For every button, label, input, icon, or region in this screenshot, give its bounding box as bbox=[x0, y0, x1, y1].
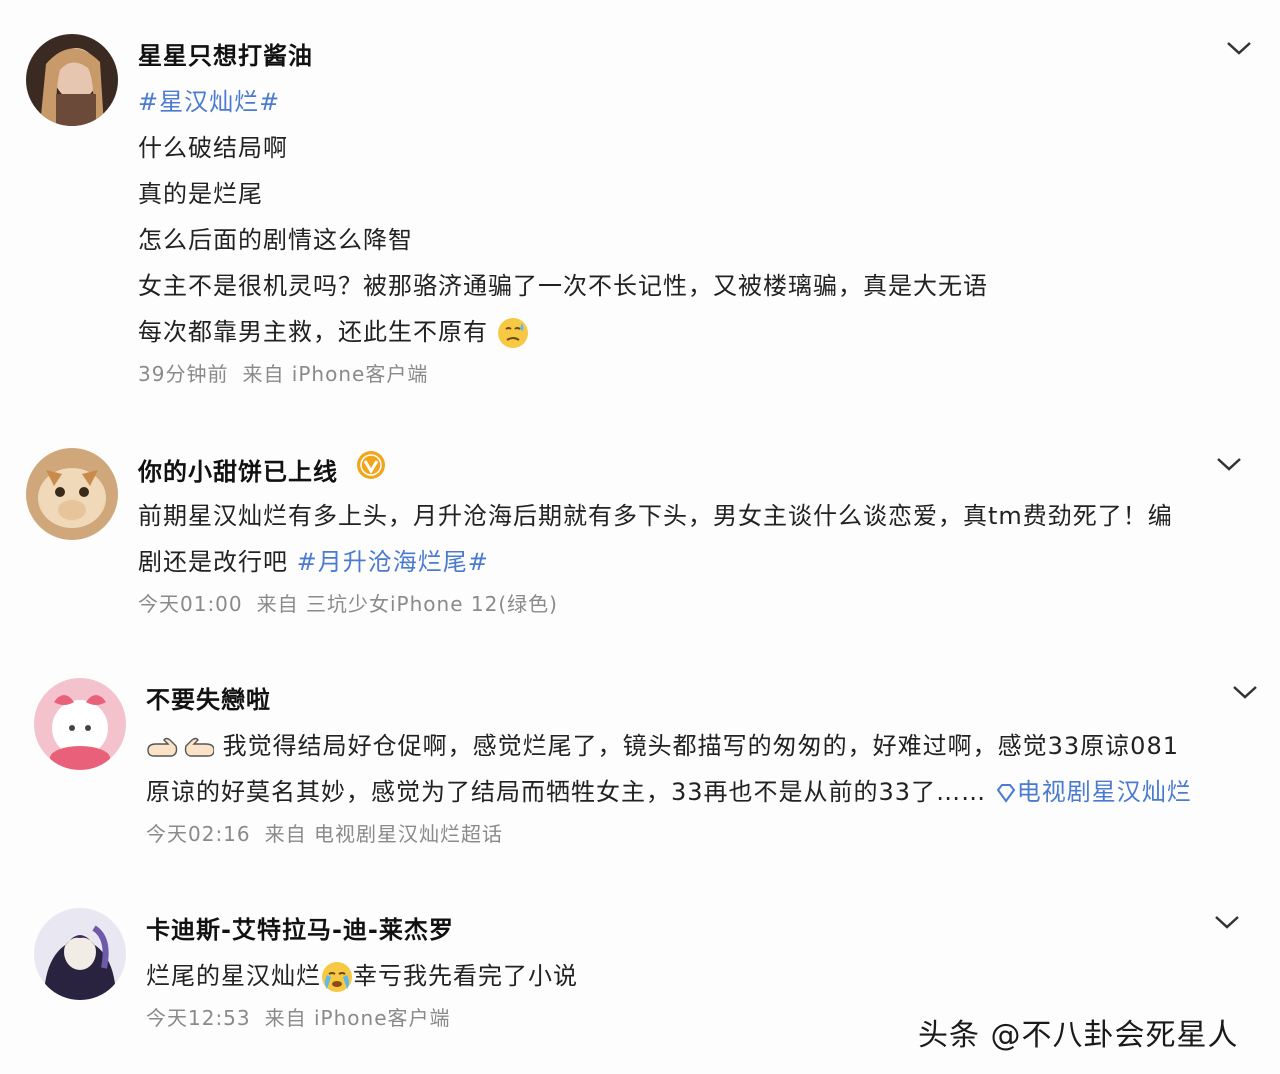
timestamp: 今天12:53 bbox=[146, 1006, 251, 1030]
source: 来自 iPhone客户端 bbox=[264, 1006, 451, 1030]
post-meta: 今天12:53 来自 iPhone客户端 bbox=[146, 1002, 451, 1031]
post-text-line: 烂尾的星汉灿烂 幸亏我先看完了小说 bbox=[146, 956, 578, 993]
avatar[interactable] bbox=[34, 908, 126, 1000]
watermark: 头条 @不八卦会死星人 bbox=[918, 1018, 1239, 1053]
post-text: 烂尾的星汉灿烂 bbox=[146, 962, 321, 990]
username[interactable]: 卡迪斯-艾特拉马-迪-莱杰罗 bbox=[146, 910, 454, 945]
crying-emoji-icon bbox=[322, 962, 352, 992]
chevron-down-icon[interactable] bbox=[1212, 912, 1242, 932]
post-4: 卡迪斯-艾特拉马-迪-莱杰罗 烂尾的星汉灿烂 幸亏我先看完了小说 今天12:53 来… bbox=[0, 0, 1280, 1060]
post-text: 幸亏我先看完了小说 bbox=[353, 962, 578, 990]
